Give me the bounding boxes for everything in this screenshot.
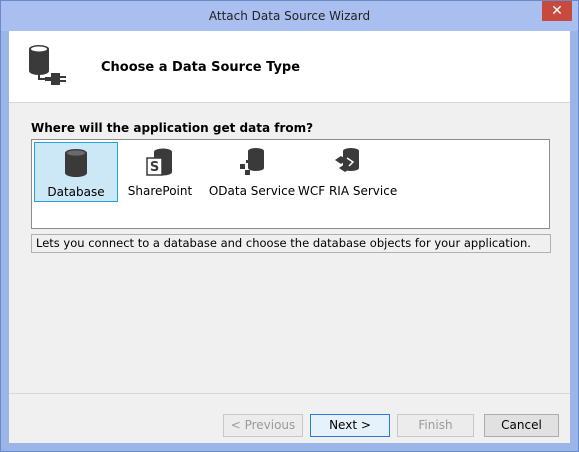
button-bar: < Previous Next > Finish Cancel (9, 393, 570, 444)
source-item-odata-service[interactable]: OData Service (206, 142, 298, 200)
data-source-list[interactable]: Database S SharePoint OData Service WCF … (31, 139, 550, 229)
close-button[interactable]: ✕ (542, 1, 572, 21)
wcf-ria-service-icon (335, 148, 359, 172)
source-item-sharepoint[interactable]: S SharePoint (124, 142, 196, 200)
wizard-header: Choose a Data Source Type (9, 31, 570, 103)
close-icon: ✕ (551, 3, 563, 19)
cancel-button[interactable]: Cancel (484, 414, 559, 437)
finish-button[interactable]: Finish (397, 414, 474, 437)
sharepoint-icon: S (146, 148, 172, 176)
source-item-label: SharePoint (127, 184, 193, 198)
page-title: Choose a Data Source Type (101, 60, 301, 75)
window-title: Attach Data Source Wizard (208, 9, 371, 23)
source-description: Lets you connect to a database and choos… (31, 234, 551, 253)
svg-text:S: S (150, 160, 159, 175)
database-icon (65, 149, 87, 177)
source-item-label: Database (47, 185, 105, 199)
source-item-wcf-ria-service[interactable]: WCF RIA Service (298, 142, 398, 200)
source-item-database[interactable]: Database (34, 142, 118, 202)
previous-button[interactable]: < Previous (223, 414, 303, 437)
next-button[interactable]: Next > (310, 414, 390, 437)
database-connector-icon (29, 45, 66, 85)
title-bar[interactable]: Attach Data Source Wizard ✕ (1, 1, 578, 31)
wizard-window: Attach Data Source Wizard ✕ Choose a Dat… (0, 0, 579, 452)
question-label: Where will the application get data from… (31, 121, 314, 135)
source-item-label: OData Service (208, 184, 296, 198)
source-item-label: WCF RIA Service (298, 184, 398, 198)
wizard-content: Choose a Data Source Type Where will the… (9, 31, 570, 443)
odata-service-icon (240, 148, 264, 175)
